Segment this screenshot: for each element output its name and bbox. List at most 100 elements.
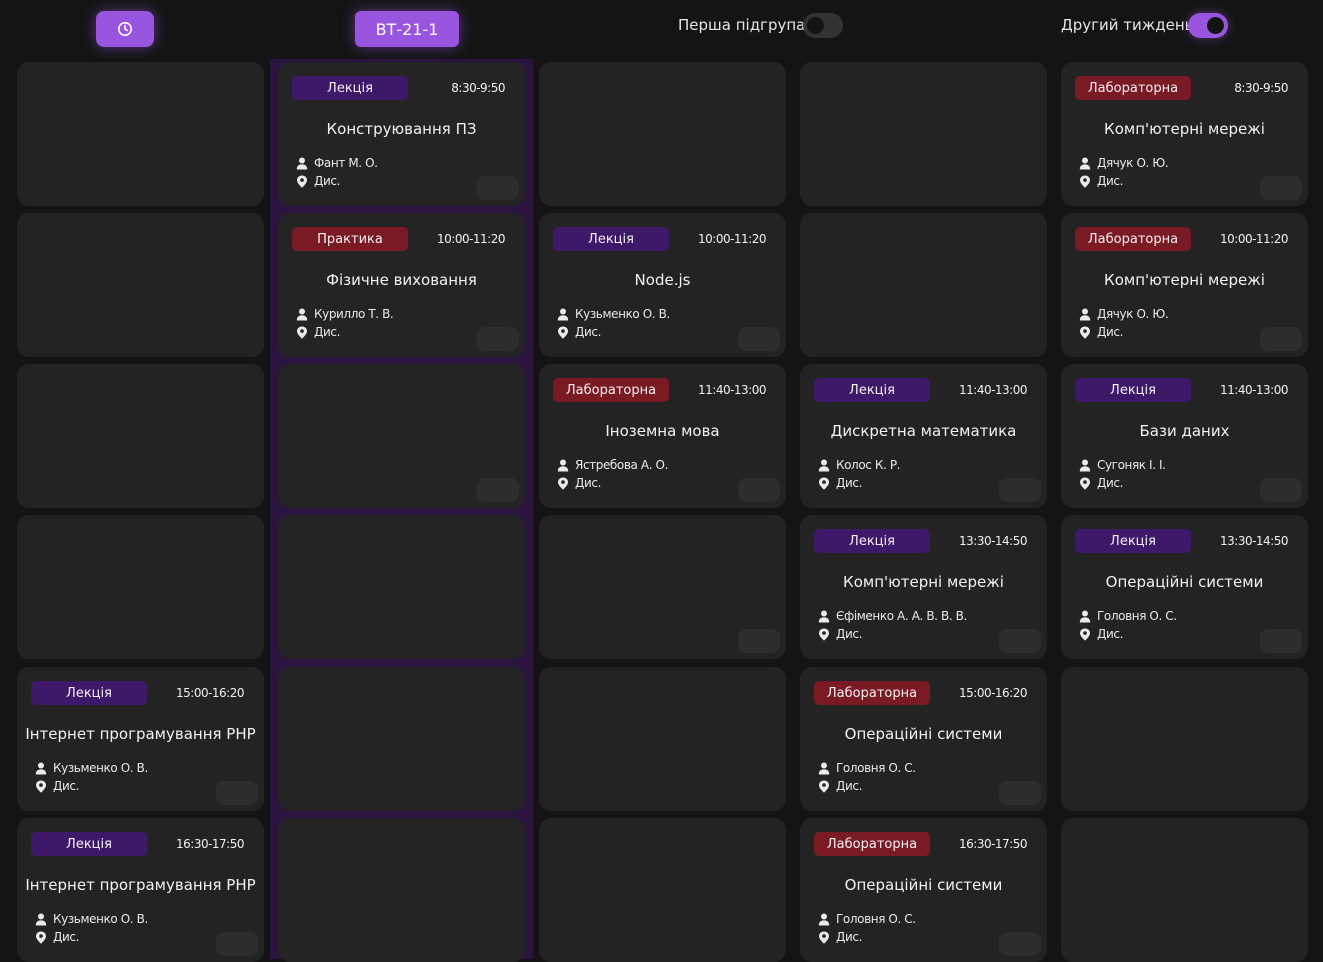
teacher-name: Курилло Т. В. — [314, 307, 394, 321]
room-name: Дис. — [836, 930, 862, 944]
empty-slot — [1061, 667, 1308, 811]
location-pin-icon — [1079, 326, 1091, 339]
user-icon — [1079, 610, 1091, 623]
lesson-link-button[interactable] — [738, 327, 780, 351]
lesson-time: 10:00-11:20 — [1220, 232, 1289, 246]
teacher-row: Колос К. Р. — [818, 458, 900, 472]
teacher-name: Кузьменко О. В. — [53, 761, 148, 775]
lesson-card[interactable]: Лекція 8:30-9:50 Конструювання ПЗ Фант М. О… — [278, 62, 525, 206]
room-name: Дис. — [314, 174, 340, 188]
empty-slot — [17, 62, 264, 206]
location-pin-icon — [818, 477, 830, 490]
lesson-type-badge: Лекція — [814, 378, 930, 402]
room-name: Дис. — [1097, 476, 1123, 490]
teacher-row: Дячук О. Ю. — [1079, 307, 1169, 321]
lesson-subject: Комп'ютерні мережі — [843, 573, 1004, 591]
empty-slot — [539, 818, 786, 962]
lesson-card[interactable]: Лабораторна 16:30-17:50 Операційні системи… — [800, 818, 1047, 962]
lesson-link-button[interactable] — [216, 781, 258, 805]
lesson-type-badge: Лекція — [1075, 378, 1191, 402]
lesson-link-button[interactable] — [477, 478, 519, 502]
lesson-card[interactable]: Лекція 16:30-17:50 Інтернет програмування … — [17, 818, 264, 962]
lesson-subject: Інтернет програмування PHP — [25, 725, 256, 743]
group-select-button[interactable]: ВТ-21-1 — [355, 11, 459, 47]
lesson-type-badge: Лекція — [814, 529, 930, 553]
lesson-link-button[interactable] — [216, 932, 258, 956]
user-icon — [35, 913, 47, 926]
room-row: Дис. — [818, 627, 862, 641]
lesson-link-button[interactable] — [999, 781, 1041, 805]
teacher-row: Фант М. О. — [296, 156, 378, 170]
location-pin-icon — [557, 326, 569, 339]
lesson-card[interactable]: Лекція 10:00-11:20 Node.js Кузьменко О. В. Д… — [539, 213, 786, 357]
lesson-time: 10:00-11:20 — [437, 232, 506, 246]
room-row: Дис. — [296, 325, 340, 339]
empty-slot — [17, 213, 264, 357]
location-pin-icon — [1079, 477, 1091, 490]
lesson-link-button[interactable] — [738, 478, 780, 502]
empty-slot — [278, 364, 525, 508]
room-name: Дис. — [1097, 627, 1123, 641]
lesson-card[interactable]: Лекція 15:00-16:20 Інтернет програмування … — [17, 667, 264, 811]
lesson-card[interactable]: Лабораторна 10:00-11:20 Комп'ютерні мережі… — [1061, 213, 1308, 357]
teacher-name: Кузьменко О. В. — [575, 307, 670, 321]
lesson-card[interactable]: Лабораторна 15:00-16:20 Операційні системи… — [800, 667, 1047, 811]
lesson-card[interactable]: Лекція 11:40-13:00 Дискретна математика Кол… — [800, 364, 1047, 508]
week-toggle[interactable] — [1188, 13, 1228, 38]
top-bar: ВТ-21-1 Перша підгрупа Другий тиждень — [0, 0, 1323, 58]
teacher-name: Головня О. С. — [1097, 609, 1177, 623]
lesson-time: 16:30-17:50 — [176, 837, 245, 851]
lesson-card[interactable]: Лекція 11:40-13:00 Бази даних Сугоняк І. І.… — [1061, 364, 1308, 508]
lesson-subject: Комп'ютерні мережі — [1104, 120, 1265, 138]
empty-slot — [1061, 818, 1308, 962]
room-name: Дис. — [575, 476, 601, 490]
lesson-link-button[interactable] — [1260, 629, 1302, 653]
lesson-subject: Бази даних — [1139, 422, 1230, 440]
teacher-name: Єфіменко А. А. В. В. В. — [836, 609, 967, 623]
lesson-card[interactable]: Лабораторна 11:40-13:00 Іноземна мова Ястре… — [539, 364, 786, 508]
teacher-name: Ястребова А. О. — [575, 458, 669, 472]
lesson-link-button[interactable] — [999, 478, 1041, 502]
lesson-subject: Node.js — [634, 271, 691, 289]
lesson-link-button[interactable] — [999, 629, 1041, 653]
schedule-time-button[interactable] — [96, 11, 154, 47]
clock-icon — [118, 22, 132, 36]
teacher-row: Дячук О. Ю. — [1079, 156, 1169, 170]
location-pin-icon — [1079, 175, 1091, 188]
lesson-card[interactable]: Лекція 13:30-14:50 Операційні системи Голов… — [1061, 515, 1308, 659]
lesson-link-button[interactable] — [1260, 327, 1302, 351]
lesson-link-button[interactable] — [1260, 478, 1302, 502]
room-row: Дис. — [557, 325, 601, 339]
toggle-knob — [807, 17, 824, 34]
lesson-link-button[interactable] — [477, 176, 519, 200]
teacher-name: Дячук О. Ю. — [1097, 307, 1169, 321]
lesson-time: 11:40-13:00 — [698, 383, 767, 397]
location-pin-icon — [296, 326, 308, 339]
lesson-link-button[interactable] — [477, 327, 519, 351]
lesson-card[interactable]: Лекція 13:30-14:50 Комп'ютерні мережі Єфіме… — [800, 515, 1047, 659]
lesson-subject: Дискретна математика — [830, 422, 1017, 440]
lesson-card[interactable]: Лабораторна 8:30-9:50 Комп'ютерні мережі Дя… — [1061, 62, 1308, 206]
location-pin-icon — [818, 628, 830, 641]
empty-slot — [17, 364, 264, 508]
room-row: Дис. — [818, 476, 862, 490]
room-row: Дис. — [1079, 476, 1123, 490]
room-row: Дис. — [818, 779, 862, 793]
empty-slot — [278, 667, 525, 811]
lesson-link-button[interactable] — [738, 629, 780, 653]
room-row: Дис. — [1079, 325, 1123, 339]
lesson-link-button[interactable] — [999, 932, 1041, 956]
teacher-name: Головня О. С. — [836, 912, 916, 926]
room-name: Дис. — [1097, 325, 1123, 339]
teacher-row: Сугоняк І. І. — [1079, 458, 1166, 472]
empty-slot — [539, 667, 786, 811]
room-name: Дис. — [836, 476, 862, 490]
user-icon — [1079, 459, 1091, 472]
lesson-type-badge: Лекція — [31, 681, 147, 705]
lesson-card[interactable]: Практика 10:00-11:20 Фізичне виховання Кури… — [278, 213, 525, 357]
lesson-link-button[interactable] — [1260, 176, 1302, 200]
lesson-type-badge: Лекція — [553, 227, 669, 251]
lesson-type-badge: Лабораторна — [814, 681, 930, 705]
subgroup-toggle[interactable] — [803, 13, 843, 38]
lesson-type-badge: Лабораторна — [814, 832, 930, 856]
